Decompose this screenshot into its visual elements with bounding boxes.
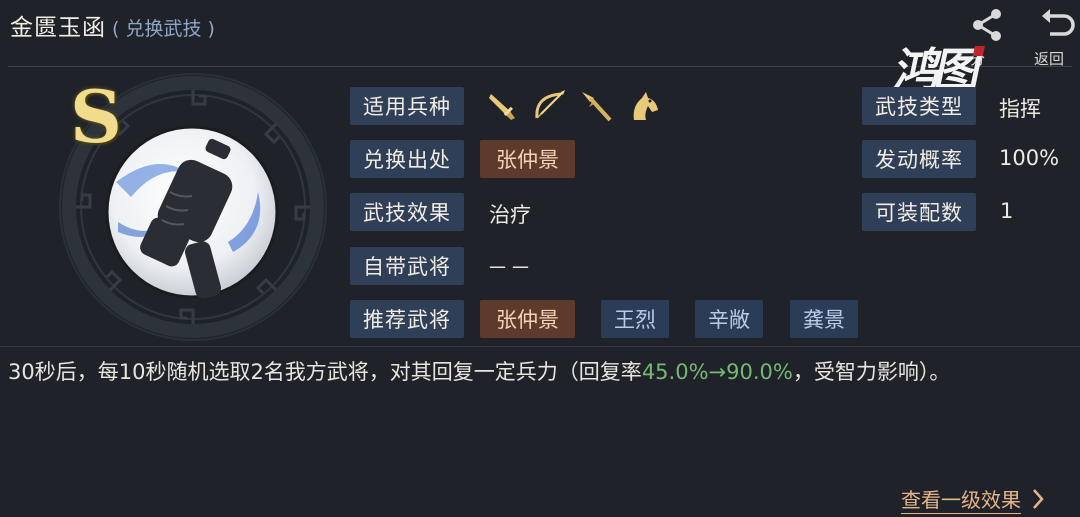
trigger-rate-label: 发动概率 (862, 140, 976, 178)
heal-rate-highlight: 45.0%→90.0% (641, 360, 793, 384)
recommended-general-tag[interactable]: 张仲景 (480, 300, 575, 338)
source-label: 兑换出处 (350, 140, 464, 178)
view-level-one-effect-label: 查看一级效果 (901, 484, 1021, 514)
source-general-tag[interactable]: 张仲景 (480, 140, 575, 178)
page-subtitle: ( 兑换武技 ) (112, 18, 215, 40)
view-level-one-effect-link[interactable]: 查看一级效果 (901, 484, 1045, 514)
skill-type-value: 指挥 (999, 97, 1041, 121)
skill-type-label: 武技类型 (862, 87, 976, 125)
title-bar: 金匮玉函 ( 兑换武技 ) (10, 8, 215, 44)
recommended-general-tag[interactable]: 王烈 (601, 300, 669, 338)
equip-count-label: 可装配数 (862, 193, 976, 231)
trigger-rate-value: 100% (999, 146, 1060, 170)
effect-label: 武技效果 (350, 193, 464, 231)
chevron-right-icon (1033, 489, 1044, 509)
innate-general-value: －－ (487, 256, 533, 280)
page-title: 金匮玉函 (10, 15, 106, 41)
skill-grade: S (70, 74, 122, 159)
bow-icon (535, 90, 565, 119)
skill-description: 30秒后，每10秒随机选取2名我方武将，对其回复一定兵力（回复率45.0%→90… (8, 354, 1076, 390)
watermark-seal (972, 46, 985, 56)
recommended-general-tag[interactable]: 辛敞 (695, 300, 763, 338)
recommended-general-tag[interactable]: 龚景 (790, 300, 858, 338)
spear-icon (582, 92, 612, 122)
unit-types-label: 适用兵种 (350, 87, 464, 125)
description-text: 30秒后，每10秒随机选取2名我方武将，对其回复一定兵力（回复率 (8, 360, 642, 384)
section-divider (0, 346, 1080, 347)
innate-general-label: 自带武将 (350, 247, 464, 285)
description-text-end: ，受智力影响）。 (792, 360, 951, 384)
recommended-label: 推荐武将 (350, 300, 464, 338)
effect-value: 治疗 (489, 203, 531, 227)
equip-count-value: 1 (1000, 199, 1014, 223)
horse-icon (633, 92, 658, 120)
sword-icon (489, 94, 515, 120)
